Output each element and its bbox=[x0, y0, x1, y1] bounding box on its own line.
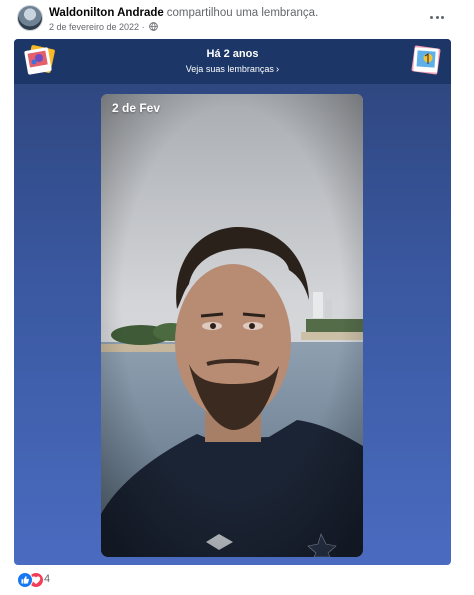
author-line: Waldonilton Andrade compartilhou uma lemb… bbox=[49, 7, 318, 19]
memory-photo[interactable]: 2 de Fev bbox=[101, 94, 363, 557]
avatar[interactable] bbox=[17, 5, 43, 31]
post-date[interactable]: 2 de fevereiro de 2022 bbox=[49, 22, 139, 32]
globe-icon bbox=[149, 22, 158, 33]
see-memories-link[interactable]: Veja suas lembranças › bbox=[14, 64, 451, 75]
photo-frame-icon bbox=[409, 44, 443, 76]
memory-photo-image bbox=[101, 94, 363, 557]
reaction-count: 4 bbox=[44, 573, 51, 585]
like-icon bbox=[17, 572, 33, 588]
see-memories-label: Veja suas lembranças bbox=[185, 64, 274, 74]
post-action-text: compartilhou uma lembrança. bbox=[166, 7, 319, 19]
memory-title: Há 2 anos bbox=[206, 48, 259, 60]
author-name[interactable]: Waldonilton Andrade bbox=[49, 7, 164, 19]
memory-card[interactable]: Há 2 anos Veja suas lembranças › 2 de Fe… bbox=[14, 39, 451, 565]
memory-banner: Há 2 anos Veja suas lembranças › bbox=[14, 39, 451, 84]
chevron-right-icon: › bbox=[275, 64, 280, 75]
meta-separator: · bbox=[141, 22, 145, 32]
post-header: Waldonilton Andrade compartilhou uma lemb… bbox=[0, 0, 474, 38]
photo-date-label: 2 de Fev bbox=[112, 101, 161, 115]
post-meta: 2 de fevereiro de 2022 · bbox=[49, 22, 158, 33]
more-options-icon[interactable] bbox=[430, 12, 444, 22]
